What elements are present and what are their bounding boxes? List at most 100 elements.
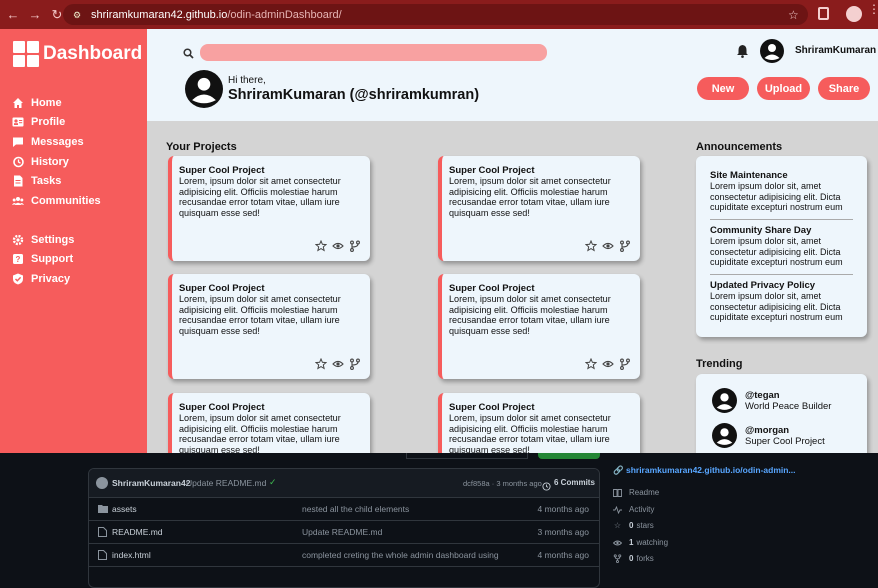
fork-icon[interactable] xyxy=(349,240,361,252)
forward-icon[interactable]: → xyxy=(28,7,42,22)
search-input[interactable] xyxy=(200,44,547,61)
sidebar-item-label: Support xyxy=(31,253,74,266)
reload-icon[interactable]: ↻ xyxy=(50,7,64,22)
watch-icon[interactable] xyxy=(332,240,344,252)
trending-desc: World Peace Builder xyxy=(745,400,832,412)
extensions-icon[interactable] xyxy=(818,7,829,20)
projects-heading: Your Projects xyxy=(166,141,237,153)
site-info-icon[interactable]: ⚙ xyxy=(73,10,83,20)
greeting-text: Hi there, xyxy=(228,75,266,86)
announcement-body: Lorem ipsum dolor sit, amet consectetur … xyxy=(710,181,843,212)
fork-icon[interactable] xyxy=(619,240,631,252)
forks-label: forks xyxy=(636,554,654,563)
sidebar-item-communities[interactable]: Communities xyxy=(12,191,101,211)
file-date: 4 months ago xyxy=(537,550,589,560)
forks-link[interactable]: 0 forks xyxy=(613,554,654,563)
trending-item[interactable]: @morgan Super Cool Project xyxy=(712,423,825,448)
announcement-body: Lorem ipsum dolor sit, amet consectetur … xyxy=(710,291,843,322)
stars-link[interactable]: ☆ 0 stars xyxy=(613,521,654,530)
project-card[interactable]: Super Cool Project Lorem, ipsum dolor si… xyxy=(168,393,370,453)
browser-profile-icon[interactable] xyxy=(846,6,862,22)
sidebar-item-label: Tasks xyxy=(31,175,62,188)
file-row[interactable]: README.md Update README.md 3 months ago xyxy=(89,521,599,544)
activity-link[interactable]: Activity xyxy=(613,505,654,514)
file-name[interactable]: index.html xyxy=(112,550,151,560)
sidebar-item-privacy[interactable]: Privacy xyxy=(12,269,74,289)
browser-toolbar: ← → ↻ ⚙ shriramkumaran42.github.io/odin-… xyxy=(0,0,878,29)
sidebar-item-settings[interactable]: Settings xyxy=(12,230,74,250)
file-row[interactable]: index.html completed creting the whole a… xyxy=(89,544,599,567)
commits-count[interactable]: 6 Commits xyxy=(554,478,595,487)
project-card[interactable]: Super Cool Project Lorem, ipsum dolor si… xyxy=(168,274,370,379)
upload-button[interactable]: Upload xyxy=(757,77,810,100)
announcement-item[interactable]: Updated Privacy Policy Lorem ipsum dolor… xyxy=(710,280,852,323)
nav-primary: Home Profile Messages History Tasks Comm… xyxy=(12,93,101,211)
project-actions xyxy=(315,240,361,252)
file-commit-message[interactable]: completed creting the whole admin dashbo… xyxy=(302,550,499,560)
sidebar-item-tasks[interactable]: Tasks xyxy=(12,171,101,191)
fork-icon xyxy=(613,554,622,563)
project-card[interactable]: Super Cool Project Lorem, ipsum dolor si… xyxy=(438,393,640,453)
sidebar-item-label: Home xyxy=(31,96,62,109)
watch-icon[interactable] xyxy=(332,358,344,370)
commit-message[interactable]: Update README.md xyxy=(186,478,266,488)
readme-link[interactable]: Readme xyxy=(613,488,659,497)
sidebar-item-label: Privacy xyxy=(31,272,71,285)
book-icon xyxy=(613,488,622,497)
watch-icon[interactable] xyxy=(602,358,614,370)
file-name[interactable]: README.md xyxy=(112,527,163,537)
star-icon[interactable] xyxy=(315,358,327,370)
repo-about: 🔗 shriramkumaran42.github.io/odin-admin.… xyxy=(613,453,878,574)
fork-icon[interactable] xyxy=(349,358,361,370)
project-title: Super Cool Project xyxy=(179,165,265,176)
code-button-edge[interactable] xyxy=(538,453,600,459)
watching-link[interactable]: 1 watching xyxy=(613,538,668,547)
homepage-link-text: shriramkumaran42.github.io/odin-admin... xyxy=(625,465,796,475)
check-icon: ✓ xyxy=(269,477,277,487)
watch-icon[interactable] xyxy=(602,240,614,252)
search-icon xyxy=(183,46,194,64)
fork-icon[interactable] xyxy=(619,358,631,370)
divider xyxy=(710,219,853,220)
star-icon[interactable] xyxy=(315,240,327,252)
stars-label: stars xyxy=(636,521,654,530)
sidebar-title: Dashboard xyxy=(43,43,143,64)
browser-menu-icon[interactable]: ⋮ xyxy=(868,3,878,15)
sidebar-item-support[interactable]: ? Support xyxy=(12,250,74,270)
sidebar-item-home[interactable]: Home xyxy=(12,93,101,113)
trending-name: @morgan xyxy=(745,424,790,436)
star-icon[interactable] xyxy=(585,240,597,252)
announcement-item[interactable]: Community Share Day Lorem ipsum dolor si… xyxy=(710,225,852,268)
activity-label: Activity xyxy=(629,505,655,514)
bookmark-star-icon[interactable]: ☆ xyxy=(788,8,799,22)
file-row[interactable]: assets nested all the child elements 4 m… xyxy=(89,498,599,521)
new-button[interactable]: New xyxy=(697,77,749,100)
watching-label: watching xyxy=(636,538,669,547)
back-icon[interactable]: ← xyxy=(6,7,20,22)
sidebar-item-label: Settings xyxy=(31,233,75,246)
project-card[interactable]: Super Cool Project Lorem, ipsum dolor si… xyxy=(438,156,640,261)
project-actions xyxy=(585,358,631,370)
project-card[interactable]: Super Cool Project Lorem, ipsum dolor si… xyxy=(168,156,370,261)
bell-icon[interactable] xyxy=(736,44,749,63)
file-commit-message[interactable]: nested all the child elements xyxy=(302,504,409,514)
address-bar[interactable]: ⚙ shriramkumaran42.github.io/odin-adminD… xyxy=(63,4,808,25)
announcement-item[interactable]: Site Maintenance Lorem ipsum dolor sit, … xyxy=(710,170,852,213)
sidebar-item-messages[interactable]: Messages xyxy=(12,132,101,152)
url-path: /odin-adminDashboard/ xyxy=(227,8,342,21)
file-name[interactable]: assets xyxy=(112,504,137,514)
star-icon[interactable] xyxy=(585,358,597,370)
file-commit-message[interactable]: Update README.md xyxy=(302,527,382,537)
commit-meta[interactable]: dcf858a · 3 months ago xyxy=(463,479,542,488)
header-avatar[interactable] xyxy=(760,39,784,63)
trending-item[interactable]: @tegan World Peace Builder xyxy=(712,388,831,413)
project-actions xyxy=(315,358,361,370)
branch-selector-edge[interactable] xyxy=(406,453,528,459)
sidebar-item-profile[interactable]: Profile xyxy=(12,113,101,133)
sidebar-item-history[interactable]: History xyxy=(12,152,101,172)
share-button[interactable]: Share xyxy=(818,77,870,100)
homepage-link[interactable]: 🔗 shriramkumaran42.github.io/odin-admin.… xyxy=(613,465,796,476)
commit-author[interactable]: ShriramKumaran42 xyxy=(112,478,190,488)
project-card[interactable]: Super Cool Project Lorem, ipsum dolor si… xyxy=(438,274,640,379)
project-description: Lorem, ipsum dolor sit amet consectetur … xyxy=(449,413,611,453)
